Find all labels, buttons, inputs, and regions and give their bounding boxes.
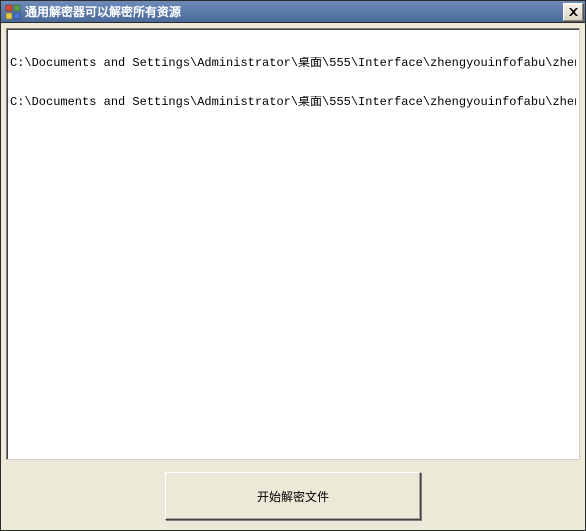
client-area: C:\Documents and Settings\Administrator\… [1,23,585,530]
titlebar[interactable]: 通用解密器可以解密所有资源 [1,1,585,23]
app-icon [5,4,21,20]
close-button[interactable] [563,3,583,21]
button-area: 开始解密文件 [6,460,580,524]
output-textarea[interactable]: C:\Documents and Settings\Administrator\… [6,28,580,460]
window-title: 通用解密器可以解密所有资源 [25,3,563,20]
app-window: 通用解密器可以解密所有资源 C:\Documents and Settings\… [0,0,586,531]
decrypt-button[interactable]: 开始解密文件 [165,472,421,520]
output-line: C:\Documents and Settings\Administrator\… [10,96,576,109]
close-icon [569,8,578,16]
output-line: C:\Documents and Settings\Administrator\… [10,57,576,70]
decrypt-button-label: 开始解密文件 [257,488,329,505]
